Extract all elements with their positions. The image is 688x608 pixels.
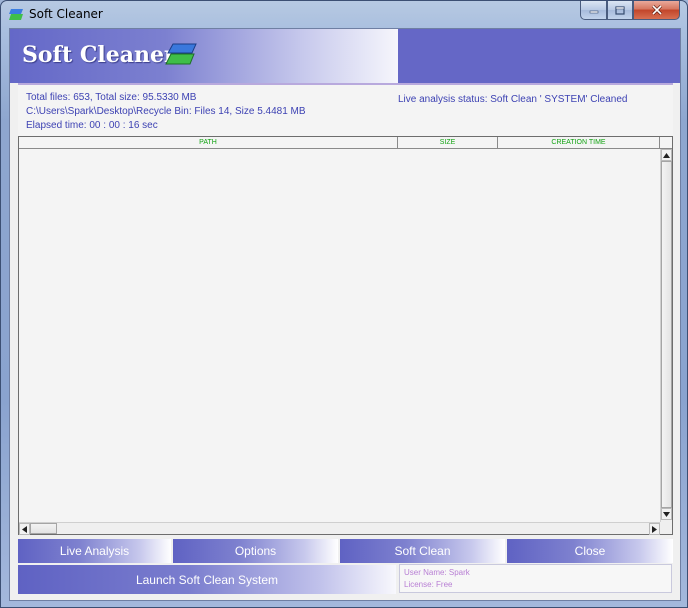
live-analysis-status: Live analysis status: Soft Clean ' SYSTE… (398, 94, 628, 105)
user-name-text: User Name: Spark (404, 568, 470, 577)
launch-soft-clean-system-button[interactable]: Launch Soft Clean System (18, 565, 396, 594)
column-header-spacer (660, 137, 672, 149)
vertical-scroll-thumb[interactable] (661, 161, 672, 508)
scroll-right-button[interactable] (649, 523, 660, 535)
live-analysis-button[interactable]: Live Analysis (18, 539, 171, 563)
user-info-panel: User Name: Spark License: Free (399, 564, 672, 593)
header-accent-block (398, 29, 680, 83)
scroll-down-button[interactable] (661, 508, 672, 520)
header-banner: Soft Cleaner (10, 29, 680, 83)
recycle-bin-text: C:\Users\Spark\Desktop\Recycle Bin: File… (26, 106, 306, 117)
action-button-bar: Live Analysis Options Soft Clean Close (18, 539, 673, 563)
arrow-up-icon (663, 152, 670, 158)
soft-clean-button[interactable]: Soft Clean (340, 539, 505, 563)
scroll-left-button[interactable] (19, 523, 30, 535)
license-text: License: Free (404, 580, 453, 589)
title-bar[interactable]: Soft Cleaner (1, 1, 687, 28)
close-icon (651, 5, 662, 15)
scrollbar-corner (660, 522, 672, 534)
minimize-button[interactable] (580, 1, 607, 20)
vertical-scrollbar[interactable] (660, 149, 672, 522)
close-window-button[interactable] (633, 1, 680, 20)
column-header-size[interactable]: SIZE (398, 137, 498, 149)
list-header: PATH SIZE CREATION TIME (19, 137, 672, 149)
arrow-down-icon (663, 511, 670, 517)
window-title: Soft Cleaner (29, 7, 103, 21)
info-panel: Total files: 653, Total size: 95.5330 MB… (18, 83, 673, 137)
arrow-left-icon (22, 525, 27, 533)
total-files-text: Total files: 653, Total size: 95.5330 MB (26, 92, 197, 103)
brand-box: Soft Cleaner (10, 29, 398, 83)
close-button[interactable]: Close (507, 539, 673, 563)
scroll-up-button[interactable] (661, 149, 672, 161)
horizontal-scroll-thumb[interactable] (30, 523, 57, 534)
file-list-view[interactable]: PATH SIZE CREATION TIME (18, 136, 673, 535)
options-button[interactable]: Options (173, 539, 338, 563)
minimize-icon (589, 10, 598, 14)
maximize-button[interactable] (607, 1, 633, 20)
soft-cleaner-logo-icon (165, 43, 197, 65)
app-icon (9, 9, 23, 20)
app-window: Soft Cleaner Soft Cleaner Total files: 6… (0, 0, 688, 608)
column-header-path[interactable]: PATH (19, 137, 398, 149)
column-header-creation-time[interactable]: CREATION TIME (498, 137, 660, 149)
arrow-right-icon (652, 525, 657, 533)
horizontal-scrollbar[interactable] (19, 522, 660, 535)
brand-title: Soft Cleaner (22, 42, 176, 68)
elapsed-time-text: Elapsed time: 00 : 00 : 16 sec (26, 120, 158, 131)
maximize-icon (615, 5, 625, 15)
